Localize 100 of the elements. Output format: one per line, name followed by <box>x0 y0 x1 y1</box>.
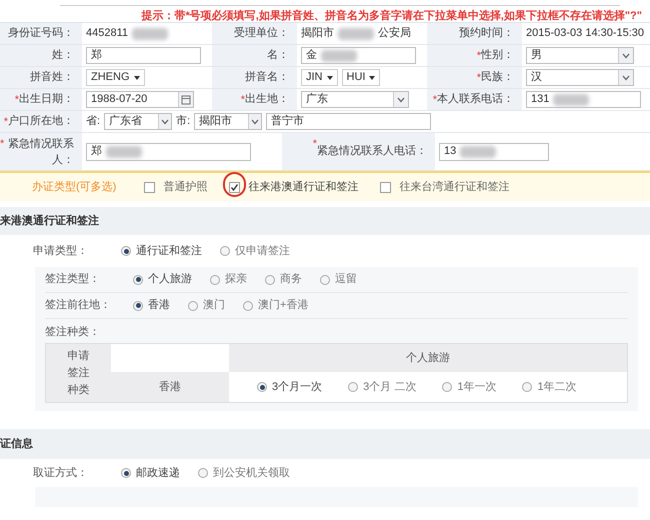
caret-icon <box>369 76 376 80</box>
field-label: 民族： <box>481 70 514 86</box>
radio-button[interactable] <box>133 300 143 310</box>
field-label: 申请类型： <box>33 244 89 259</box>
radio-label[interactable]: 香港 <box>148 297 170 314</box>
select-field[interactable]: 男 <box>526 47 634 64</box>
input-field[interactable]: 131 <box>526 91 641 108</box>
required-mark: * <box>4 115 8 130</box>
field-label: 名： <box>267 48 289 64</box>
radio-label[interactable]: 逗留 <box>335 271 357 288</box>
radio-button[interactable] <box>121 246 131 256</box>
field-label: 性别： <box>481 48 514 64</box>
radio-button[interactable] <box>220 246 230 256</box>
field-value: 4452811 <box>86 26 128 42</box>
required-mark: * <box>240 93 245 108</box>
radio-button[interactable] <box>348 382 358 392</box>
radio-label[interactable]: 澳门+香港 <box>258 297 308 314</box>
caret-icon <box>248 114 262 129</box>
required-mark: * <box>0 137 4 152</box>
caret-icon <box>134 76 140 80</box>
radio-button[interactable] <box>133 274 143 284</box>
radio-label[interactable]: 到公安机关领取 <box>213 464 290 482</box>
radio-button[interactable] <box>210 274 220 284</box>
radio-label[interactable]: 澳门 <box>203 297 225 314</box>
date-field[interactable]: 1988-07-20 <box>86 91 194 108</box>
field-label: 取证方式： <box>33 466 89 481</box>
radio-label[interactable]: 商务 <box>280 271 302 288</box>
radio-button[interactable] <box>257 382 267 392</box>
radio-label[interactable]: 探亲 <box>225 271 247 288</box>
field-value: 2015-03-03 14:30-15:30 <box>526 26 644 42</box>
caret-icon <box>618 48 633 63</box>
required-mark: * <box>476 71 481 86</box>
radio-button[interactable] <box>320 274 330 284</box>
checkbox[interactable] <box>380 182 392 192</box>
radio-button[interactable] <box>522 382 532 392</box>
input-field[interactable]: 郑 <box>86 142 251 160</box>
field-label: 签注前往地： <box>45 298 112 314</box>
field-label: 受理单位： <box>234 26 289 42</box>
field-value: 公安局 <box>378 26 411 42</box>
radio-label[interactable]: 仅申请签注 <box>235 242 290 260</box>
field-label: 户口所在地： <box>8 114 74 130</box>
input-field[interactable]: 普宁市 <box>266 113 432 130</box>
table-cell-text: 香港 <box>159 380 181 395</box>
required-mark: * <box>312 137 317 152</box>
radio-label[interactable]: 3个月 二次 <box>363 378 416 396</box>
field-label: 市: <box>176 114 190 130</box>
radio-label[interactable]: 个人旅游 <box>148 271 192 288</box>
checkbox[interactable] <box>229 182 240 192</box>
caret-icon <box>393 92 408 107</box>
field-label: 紧急情况联系人： <box>7 136 74 168</box>
field-label: 身份证号码： <box>8 26 74 42</box>
checkbox-label[interactable]: 往来台湾通行证和签注 <box>399 178 510 196</box>
select-field[interactable]: 汉 <box>526 69 634 86</box>
required-mark: * <box>432 93 437 108</box>
radio-button[interactable] <box>442 382 452 392</box>
field-label: 出生地： <box>245 92 289 108</box>
input-field[interactable]: 郑 <box>86 47 201 64</box>
field-label: 出生日期： <box>19 92 74 108</box>
caret-icon <box>326 76 332 80</box>
section-title: 来港澳通行证和签注 <box>0 214 99 229</box>
field-label: 签注类型： <box>45 272 101 288</box>
radio-button[interactable] <box>243 300 253 310</box>
checkbox-label[interactable]: 普通护照 <box>163 178 208 196</box>
table-header: 个人旅游 <box>406 350 450 366</box>
field-label: 姓： <box>52 48 74 64</box>
table-header: 申请签注种类 <box>66 348 90 398</box>
radio-button[interactable] <box>265 274 275 284</box>
radio-button[interactable] <box>188 300 198 310</box>
field-label: 签注种类： <box>45 324 101 340</box>
radio-label[interactable]: 3个月一次 <box>272 378 322 396</box>
required-mark: * <box>476 50 481 64</box>
checkbox-label[interactable]: 往来港澳通行证和签注 <box>248 178 358 196</box>
select-field[interactable]: 广东 <box>301 91 409 108</box>
radio-button[interactable] <box>198 468 208 478</box>
section-title: 证信息 <box>0 436 33 452</box>
field-label: 拼音姓： <box>30 70 74 86</box>
field-label: 本人联系电话： <box>437 92 514 108</box>
hint-text: 提示：带*号项必须填写,如果拼音姓、拼音名为多音字请在下拉菜单中选择,如果下拉框不存在请选择"?" <box>140 8 643 24</box>
pinyin-select[interactable]: HUI <box>342 69 380 86</box>
calendar-icon <box>178 92 193 107</box>
pinyin-select[interactable]: JIN <box>301 69 338 86</box>
field-label: 拼音名： <box>245 70 289 86</box>
select-field[interactable]: 广东省 <box>104 113 172 130</box>
field-value: 揭阳市 <box>301 26 334 42</box>
input-field[interactable]: 金 <box>301 47 416 64</box>
permit-type-label: 办证类型(可多选) <box>32 180 116 195</box>
checkbox[interactable] <box>144 182 156 192</box>
select-field[interactable]: 揭阳市 <box>194 113 262 130</box>
field-label: 省: <box>86 114 100 130</box>
pinyin-select[interactable]: ZHENG <box>86 69 144 86</box>
radio-label[interactable]: 通行证和签注 <box>136 242 202 260</box>
field-label: 紧急情况联系人电话： <box>317 144 427 160</box>
radio-label[interactable]: 邮政速递 <box>136 464 180 482</box>
input-field[interactable]: 13 <box>439 142 549 160</box>
radio-button[interactable] <box>121 468 131 478</box>
field-label: 预约时间： <box>459 26 514 42</box>
caret-icon <box>158 114 172 129</box>
radio-label[interactable]: 1年二次 <box>537 378 577 396</box>
radio-label[interactable]: 1年一次 <box>457 378 496 396</box>
required-mark: * <box>14 93 19 108</box>
